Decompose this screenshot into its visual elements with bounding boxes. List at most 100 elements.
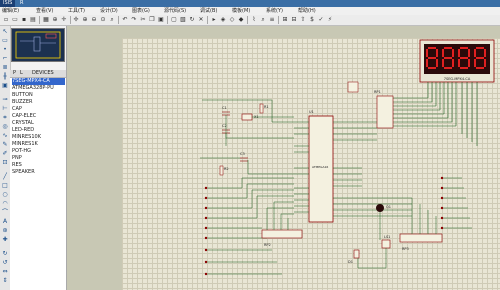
circle-2d-icon[interactable]: ○ [1,191,9,199]
copy-icon[interactable]: ❐ [148,16,156,24]
symbol-2d-icon[interactable]: ⊛ [1,227,9,235]
resistor-pack-rp1[interactable]: RP1 [374,90,394,129]
resistor-r1[interactable]: R1 [259,103,269,114]
connector[interactable] [347,81,359,93]
device-item[interactable]: 7SEG-MPX4-CA [12,78,65,85]
paste-icon[interactable]: ▣ [157,16,165,24]
move-icon[interactable]: ✢ [72,16,80,24]
device-item[interactable]: SPEAKER [12,169,65,176]
menu-system[interactable]: 系统(Y) [266,7,283,15]
microcontroller[interactable]: U1 ATMEGA16 [308,110,334,223]
menu-debug[interactable]: 调试(B) [200,7,217,15]
graph-icon[interactable]: ⌗ [1,114,9,122]
led-d1[interactable]: D1 [348,249,360,264]
make-device-icon[interactable]: ◈ [219,16,227,24]
grid-icon[interactable]: ▦ [42,16,50,24]
print-icon[interactable]: ▤ [29,16,37,24]
zoom-out-icon[interactable]: ⊖ [90,16,98,24]
pin-icon[interactable]: ⊢ [1,105,9,113]
wire-autorouter-icon[interactable]: ⌇ [250,16,258,24]
menu-source[interactable]: 源代码(S) [164,7,186,15]
device-item[interactable]: LED-RED [12,127,65,134]
menu-design[interactable]: 设计(D) [100,7,118,15]
voltage-probe-icon[interactable]: ✎ [1,141,9,149]
path-2d-icon[interactable]: ⌒ [1,209,9,217]
device-item[interactable]: POT-HG [12,148,65,155]
schematic-canvas[interactable]: 7SEG-MPX4-CA RP1 U1 ATMEGA16 X1 C1 C2 C3… [67,26,500,290]
package-icon[interactable]: ◇ [228,16,236,24]
resistor-pack-rp2[interactable]: RP2 [261,229,303,247]
library-button[interactable]: L [20,70,23,77]
pick-device-icon[interactable]: ▸ [210,16,218,24]
capacitor-c3[interactable]: C3 [240,152,248,162]
seven-segment-display[interactable]: 7SEG-MPX4-CA [419,39,495,83]
selection-mode-icon[interactable]: ↖ [1,28,9,36]
wire-label-icon[interactable]: ⌐ [1,55,9,63]
line-2d-icon[interactable]: ╱ [1,173,9,181]
exit-parent-icon[interactable]: ⇧ [299,16,307,24]
subcircuit-icon[interactable]: ▣ [1,82,9,90]
bill-of-materials-icon[interactable]: $ [308,16,316,24]
redo-icon[interactable]: ↷ [130,16,138,24]
device-item[interactable]: MINRES1K [12,141,65,148]
netlist-ares-icon[interactable]: ⚡ [326,16,334,24]
search-icon[interactable]: ⌕ [259,16,267,24]
device-item[interactable]: BUZZER [12,99,65,106]
mirror-y-icon[interactable]: ⇕ [1,277,9,285]
transistor-q1[interactable]: Q1 [376,204,391,212]
arc-2d-icon[interactable]: ◠ [1,200,9,208]
device-item[interactable]: PNP [12,155,65,162]
block-rotate-icon[interactable]: ↻ [188,16,196,24]
menu-view[interactable]: 查看(V) [36,7,53,15]
new-file-icon[interactable]: ▫ [2,16,10,24]
new-sheet-icon[interactable]: ⊞ [281,16,289,24]
capacitor-c1[interactable]: C1 [222,106,230,116]
text-2d-icon[interactable]: A [1,218,9,226]
zoom-area-icon[interactable]: ⌕ [108,16,116,24]
device-item[interactable]: MINRES10K [12,134,65,141]
device-item[interactable]: CAP-ELEC [12,113,65,120]
junction-icon[interactable]: • [1,46,9,54]
property-icon[interactable]: ≡ [268,16,276,24]
block-move-icon[interactable]: ▧ [179,16,187,24]
resistor-pack-rp3[interactable]: RP3 [399,233,443,251]
origin-icon[interactable]: ⊕ [51,16,59,24]
decompose-icon[interactable]: ◆ [237,16,245,24]
box-2d-icon[interactable]: □ [1,182,9,190]
zoom-all-icon[interactable]: ⊙ [99,16,107,24]
bus-icon[interactable]: ╫ [1,73,9,81]
zoom-in-icon[interactable]: ⊕ [81,16,89,24]
device-item[interactable]: ATMEGA328P-PU [12,85,65,92]
remove-sheet-icon[interactable]: ⊟ [290,16,298,24]
speaker-ls1[interactable]: LS1 [381,235,390,249]
rotate-cw-icon[interactable]: ↻ [1,250,9,258]
terminals-icon[interactable]: ⊸ [1,96,9,104]
menu-edit[interactable]: 编辑(E) [2,7,19,15]
menu-help[interactable]: 帮助(H) [298,7,316,15]
current-probe-icon[interactable]: ✐ [1,150,9,158]
block-delete-icon[interactable]: ✕ [197,16,205,24]
rotate-ccw-icon[interactable]: ↺ [1,259,9,267]
cut-icon[interactable]: ✂ [139,16,147,24]
marker-2d-icon[interactable]: ✚ [1,236,9,244]
tape-recorder-icon[interactable]: ◎ [1,123,9,131]
device-item[interactable]: CAP [12,106,65,113]
pick-button[interactable]: P [13,70,16,77]
erc-report-icon[interactable]: ✓ [317,16,325,24]
undo-icon[interactable]: ↶ [121,16,129,24]
device-item[interactable]: RES [12,162,65,169]
virtual-instrument-icon[interactable]: ⊡ [1,159,9,167]
text-script-icon[interactable]: ≣ [1,64,9,72]
open-file-icon[interactable]: ▭ [11,16,19,24]
component-mode-icon[interactable]: ▭ [1,37,9,45]
menu-graph[interactable]: 图表(G) [132,7,150,15]
pan-icon[interactable]: ✛ [60,16,68,24]
generator-icon[interactable]: ∿ [1,132,9,140]
block-copy-icon[interactable]: ▢ [170,16,178,24]
menu-tools[interactable]: 工具(T) [68,7,85,15]
device-item[interactable]: BUTTON [12,92,65,99]
overview-window[interactable] [11,28,65,62]
resistor-r2[interactable]: R2 [219,165,229,176]
mirror-x-icon[interactable]: ⇔ [1,268,9,276]
menu-template[interactable]: 模板(M) [232,7,250,15]
